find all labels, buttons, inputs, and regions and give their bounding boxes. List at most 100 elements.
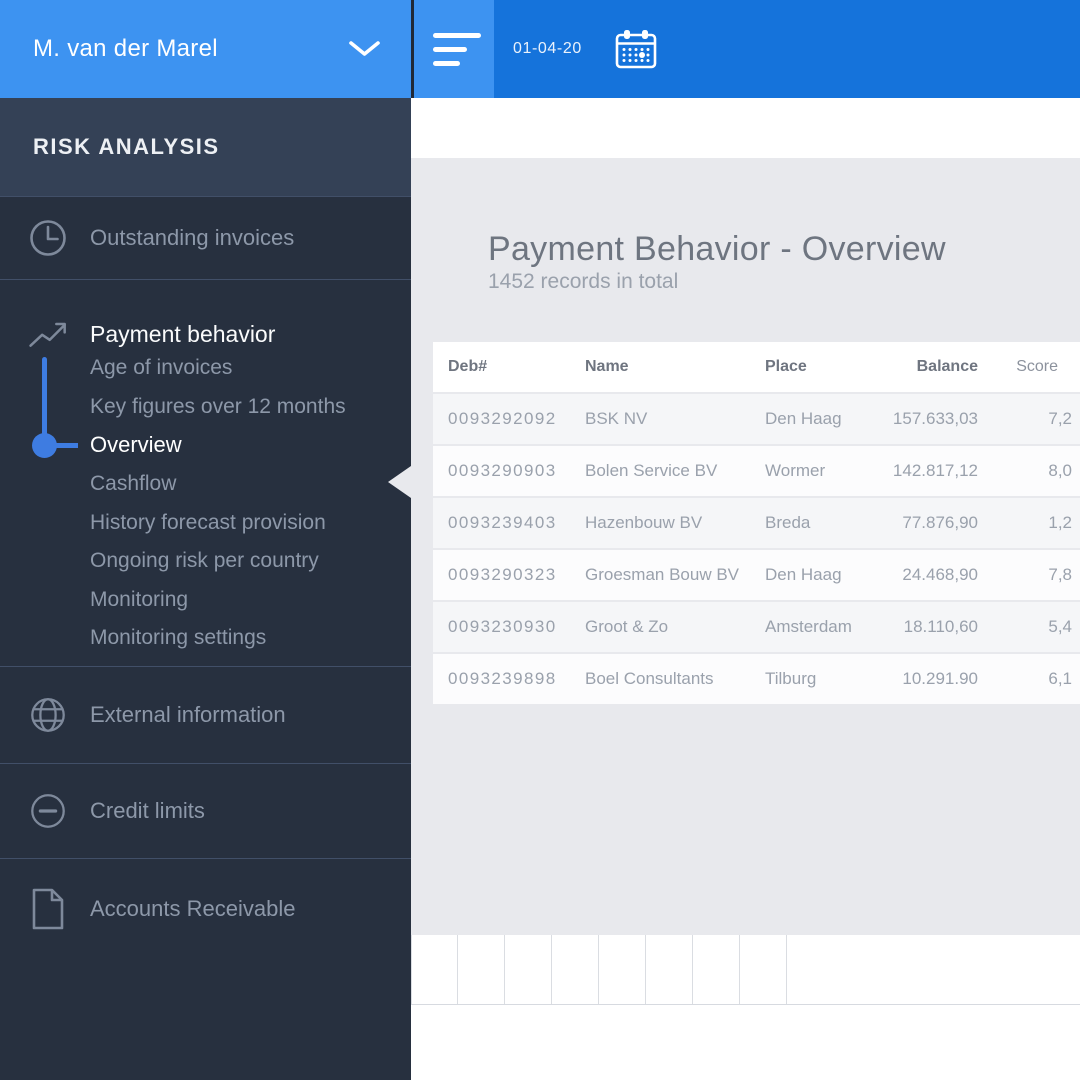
active-branch-dot: [32, 433, 57, 458]
cell-place: Breda: [765, 496, 875, 548]
grid-cell: [740, 935, 787, 1004]
sidebar-subitem-history-forecast-provision[interactable]: History forecast provision: [90, 503, 346, 542]
cell-place: Wormer: [765, 444, 875, 496]
cell-score: 8,0: [978, 444, 1080, 496]
sidebar-section-accounts-receivable: Accounts Receivable: [0, 858, 411, 1080]
main-area: 01-04-20 Payment Behavior - Overview 145…: [411, 0, 1080, 1080]
globe-icon: [28, 694, 68, 736]
sidebar-item-label: Payment behavior: [90, 320, 276, 347]
table-header-row: Deb# Name Place Balance Score: [433, 342, 1080, 393]
sidebar: M. van der Marel RISK ANALYSIS Outstandi…: [0, 0, 411, 1080]
menu-icon: [433, 60, 460, 66]
sidebar-section-band: RISK ANALYSIS: [0, 98, 411, 196]
table-row[interactable]: 0093239403 Hazenbouw BV Breda 77.876,90 1,2: [433, 496, 1080, 549]
cell-place: Den Haag: [765, 548, 875, 600]
cell-balance: 77.876,90: [875, 496, 978, 548]
table-row[interactable]: 0093239898 Boel Consultants Tilburg 10.291.…: [433, 652, 1080, 705]
calendar-icon: [614, 28, 658, 70]
sidebar-item-label: Credit limits: [90, 798, 205, 823]
table-row[interactable]: 0093290903 Bolen Service BV Wormer 142.817,…: [433, 444, 1080, 497]
sidebar-subitem-overview[interactable]: Overview: [90, 426, 346, 465]
column-header-deb[interactable]: Deb#: [433, 342, 585, 392]
column-header-name[interactable]: Name: [585, 342, 765, 392]
cell-place: Den Haag: [765, 392, 875, 444]
cell-balance: 142.817,12: [875, 444, 978, 496]
sidebar-section-outstanding-invoices: Outstanding invoices: [0, 196, 411, 279]
cell-score: 7,2: [978, 392, 1080, 444]
sidebar-item-label: Accounts Receivable: [90, 896, 296, 921]
sidebar-section-title: RISK ANALYSIS: [33, 134, 220, 159]
cell-balance: 157.633,03: [875, 392, 978, 444]
topbar: 01-04-20: [411, 0, 1080, 98]
grid-cell: [693, 935, 740, 1004]
content-top-gap: [411, 98, 1080, 158]
records-count: 1452 records in total: [488, 270, 679, 294]
sidebar-item-label: External information: [90, 702, 286, 727]
document-icon: [28, 887, 68, 931]
cell-place: Tilburg: [765, 652, 875, 704]
sidebar-item-label: Outstanding invoices: [90, 225, 295, 250]
cell-name: Hazenbouw BV: [585, 496, 765, 548]
cell-deb-number: 0093239403: [433, 496, 585, 548]
active-page-pointer: [388, 466, 411, 498]
menu-icon: [433, 46, 467, 52]
cell-deb-number: 0093290323: [433, 548, 585, 600]
cell-balance: 10.291.90: [875, 652, 978, 704]
sidebar-section-external-information: External information: [0, 666, 411, 763]
grid-cell: [599, 935, 646, 1004]
cell-deb-number: 0093230930: [433, 600, 585, 652]
records-table-container: Deb# Name Place Balance Score 0093292092 BSK …: [433, 342, 1080, 705]
cell-name: Bolen Service BV: [585, 444, 765, 496]
cell-name: Groot & Zo: [585, 600, 765, 652]
app-window: M. van der Marel RISK ANALYSIS Outstandi…: [0, 0, 1080, 1080]
cell-name: Groesman Bouw BV: [585, 548, 765, 600]
sidebar-item-outstanding-invoices[interactable]: Outstanding invoices: [0, 197, 411, 279]
cell-name: BSK NV: [585, 392, 765, 444]
table-row[interactable]: 0093290323 Groesman Bouw BV Den Haag 24.468…: [433, 548, 1080, 601]
active-branch-line: [42, 357, 47, 445]
sidebar-subitem-ongoing-risk-per-country[interactable]: Ongoing risk per country: [90, 542, 346, 581]
page-header: Payment Behavior - Overview 1452 records…: [411, 158, 1080, 294]
sidebar-subitem-monitoring-settings[interactable]: Monitoring settings: [90, 619, 346, 658]
cell-balance: 24.468,90: [875, 548, 978, 600]
table-row[interactable]: 0093292092 BSK NV Den Haag 157.633,03 7,2: [433, 392, 1080, 445]
grid-cell: [505, 935, 552, 1004]
records-table: Deb# Name Place Balance Score 0093292092 BSK …: [433, 342, 1080, 705]
sidebar-subitem-monitoring[interactable]: Monitoring: [90, 581, 346, 620]
page-title: Payment Behavior - Overview: [488, 230, 946, 268]
user-name: M. van der Marel: [33, 35, 218, 62]
sidebar-section-credit-limits: Credit limits: [0, 763, 411, 858]
sidebar-item-accounts-receivable[interactable]: Accounts Receivable: [0, 859, 411, 959]
cell-score: 1,2: [978, 496, 1080, 548]
column-header-place[interactable]: Place: [765, 342, 875, 392]
table-body: 0093292092 BSK NV Den Haag 157.633,03 7,2 009…: [433, 392, 1080, 705]
cell-deb-number: 0093239898: [433, 652, 585, 704]
payment-behavior-subitems: Age of invoices Key figures over 12 month…: [90, 349, 346, 658]
cell-deb-number: 0093292092: [433, 392, 585, 444]
chevron-down-icon: [348, 40, 381, 58]
sidebar-subitem-key-figures-over-12-months[interactable]: Key figures over 12 months: [90, 388, 346, 427]
sidebar-subitem-cashflow[interactable]: Cashflow: [90, 465, 346, 504]
grid-cell: [646, 935, 693, 1004]
sidebar-section-payment-behavior: Payment behavior Age of invoices Key figu…: [0, 279, 411, 666]
bottom-grid-strip: [411, 935, 1080, 1005]
calendar-button[interactable]: [614, 28, 658, 70]
content-panel: Payment Behavior - Overview 1452 records…: [411, 158, 1080, 935]
trending-up-icon: [28, 315, 68, 353]
minus-circle-icon: [28, 790, 68, 832]
cell-place: Amsterdam: [765, 600, 875, 652]
menu-icon: [433, 32, 481, 38]
cell-score: 7,8: [978, 548, 1080, 600]
cell-name: Boel Consultants: [585, 652, 765, 704]
menu-button[interactable]: [411, 0, 494, 98]
cell-deb-number: 0093290903: [433, 444, 585, 496]
sidebar-item-external-information[interactable]: External information: [0, 667, 411, 763]
column-header-score[interactable]: Score: [978, 342, 1080, 392]
table-row[interactable]: 0093230930 Groot & Zo Amsterdam 18.110,60 5,…: [433, 600, 1080, 653]
user-switcher[interactable]: M. van der Marel: [0, 0, 411, 98]
column-header-balance[interactable]: Balance: [875, 342, 978, 392]
sidebar-subitem-age-of-invoices[interactable]: Age of invoices: [90, 349, 346, 388]
clock-icon: [28, 218, 68, 258]
cell-score: 6,1: [978, 652, 1080, 704]
sidebar-item-credit-limits[interactable]: Credit limits: [0, 764, 411, 858]
